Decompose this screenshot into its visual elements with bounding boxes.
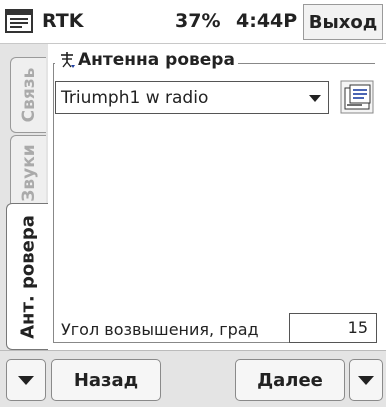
battery-level: 37% (175, 10, 221, 32)
elevation-mask-label: Угол возвышения, град (61, 320, 259, 339)
group-title-text: Антенна ровера (78, 50, 235, 70)
elevation-mask-input[interactable]: 15 (289, 313, 377, 343)
title-bar: RTK 37% 4:44P Выход (0, 0, 386, 44)
next-button[interactable]: Далее (235, 359, 345, 401)
antenna-select-value: Triumph1 w radio (61, 88, 209, 108)
triangle-down-icon (358, 375, 374, 385)
right-menu-button[interactable] (349, 359, 383, 401)
tab-connection-label: Связь (18, 67, 39, 123)
tab-sounds[interactable]: Звуки (10, 135, 46, 211)
triangle-down-icon (18, 375, 34, 385)
antenna-select[interactable]: Triumph1 w radio (55, 81, 329, 114)
left-menu-button[interactable] (6, 359, 46, 401)
windows-start-icon[interactable] (4, 8, 34, 34)
tab-rover-antenna[interactable]: Ант. ровера (6, 203, 49, 350)
exit-button[interactable]: Выход (303, 4, 383, 40)
app-title: RTK (42, 10, 84, 32)
settings-panel: Антенна ровера Triumph1 w radio Угол воз… (48, 44, 386, 350)
tab-sounds-label: Звуки (18, 144, 39, 202)
chevron-down-icon (309, 95, 321, 102)
tab-connection[interactable]: Связь (10, 57, 46, 133)
group-title: Антенна ровера (55, 50, 238, 70)
antenna-icon (61, 52, 75, 68)
tab-rover-antenna-label: Ант. ровера (17, 214, 39, 339)
bottom-toolbar: Назад Далее (0, 350, 386, 407)
clock[interactable]: 4:44P (236, 10, 297, 32)
antenna-list-icon[interactable] (340, 80, 374, 114)
vertical-tab-strip: Связь Звуки Ант. ровера (0, 44, 49, 350)
back-button[interactable]: Назад (51, 359, 161, 401)
